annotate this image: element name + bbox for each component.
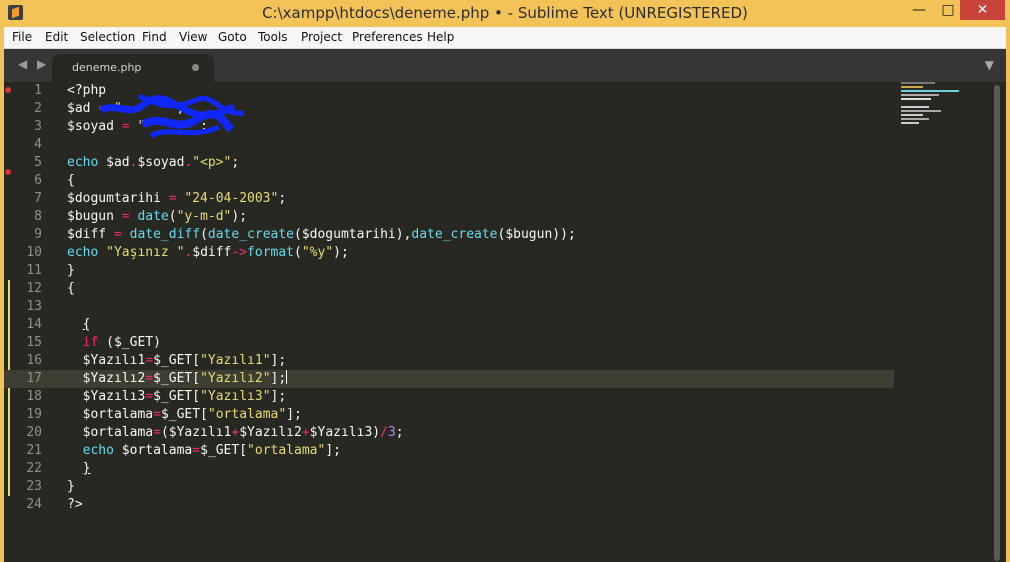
code-line: 14 { (4, 316, 894, 334)
code-line: 10 echo "Yaşınız ".$diff->format("%y"); (4, 244, 894, 262)
code-line: 20 $ortalama=($Yazılı1+$Yazılı2+$Yazılı3… (4, 424, 894, 442)
code-line: 11} (4, 262, 894, 280)
menu-selection[interactable]: Selection (80, 30, 135, 44)
line-content: echo $ad.$soyad."<p>"; (67, 155, 240, 170)
line-number: 17 (26, 371, 42, 386)
code-line: 18 $Yazılı3=$_GET["Yazılı3"]; (4, 388, 894, 406)
window-title: C:\xampp\htdocs\deneme.php • - Sublime T… (262, 4, 748, 22)
close-button[interactable]: ✕ (960, 0, 1005, 20)
code-line: 23} (4, 478, 894, 496)
line-number: 6 (34, 173, 42, 188)
line-content: { (82, 317, 91, 332)
line-content: $soyad = "hidden"; (67, 119, 208, 134)
line-number: 18 (26, 389, 42, 404)
code-line: 6{ (4, 172, 894, 190)
chevron-down-icon[interactable]: ▼ (985, 58, 994, 72)
menu-tools[interactable]: Tools (258, 30, 288, 44)
tab-bar: ◀ ▶ deneme.php ▼ (4, 49, 1006, 82)
line-number: 12 (26, 281, 42, 296)
line-number: 24 (26, 497, 42, 512)
line-number: 7 (34, 191, 42, 206)
menu-goto[interactable]: Goto (218, 30, 247, 44)
line-content: $Yazılı3=$_GET["Yazılı3"]; (82, 389, 287, 404)
menu-project[interactable]: Project (301, 30, 342, 44)
line-number: 1 (34, 83, 42, 98)
code-line: 16 $Yazılı1=$_GET["Yazılı1"]; (4, 352, 894, 370)
line-number: 22 (26, 461, 42, 476)
code-line: 24 ?> (4, 496, 894, 514)
line-number: 5 (34, 155, 42, 170)
line-content: echo $ortalama=$_GET["ortalama"]; (82, 443, 341, 458)
menu-preferences[interactable]: Preferences (352, 30, 423, 44)
line-number: 10 (26, 245, 42, 260)
line-content: echo "Yaşınız ".$diff->format("%y"); (67, 245, 349, 260)
minimize-button[interactable]: — (906, 0, 932, 20)
line-number: 21 (26, 443, 42, 458)
line-number: 19 (26, 407, 42, 422)
line-number: 4 (34, 137, 42, 152)
line-number: 13 (26, 299, 42, 314)
menu-help[interactable]: Help (427, 30, 454, 44)
line-number: 9 (34, 227, 42, 242)
line-content: } (82, 461, 91, 476)
line-content: $ad = "hidden"; (67, 101, 185, 116)
line-content: $Yazılı2=$_GET["Yazılı2"]; (82, 370, 288, 386)
code-line: 19 $ortalama=$_GET["ortalama"]; (4, 406, 894, 424)
code-line: 2 $ad = "hidden"; (4, 100, 894, 118)
line-content: ?> (67, 497, 83, 512)
code-line: 13 (4, 298, 894, 316)
line-content: $diff = date_diff(date_create($dogumtari… (67, 227, 576, 242)
line-content: { (67, 281, 75, 296)
line-content: <?php (67, 83, 107, 98)
tab-label: deneme.php (72, 61, 142, 74)
line-content: $dogumtarihi = "24-04-2003"; (67, 191, 287, 206)
code-line: 21 echo $ortalama=$_GET["ortalama"]; (4, 442, 894, 460)
line-number: 2 (34, 101, 42, 116)
code-line: 5 echo $ad.$soyad."<p>"; (4, 154, 894, 172)
line-content: $ortalama=($Yazılı1+$Yazılı2+$Yazılı3)/3… (82, 425, 404, 440)
line-number: 8 (34, 209, 42, 224)
line-content: $Yazılı1=$_GET["Yazılı1"]; (82, 353, 287, 368)
scroll-thumb[interactable] (994, 85, 1000, 561)
tab-navigation-arrows[interactable]: ◀ ▶ (18, 57, 49, 71)
code-line: 4 (4, 136, 894, 154)
text-cursor (286, 370, 288, 384)
code-line: 1 <?php (4, 82, 894, 100)
minimap[interactable] (895, 82, 987, 562)
vertical-scrollbar[interactable] (993, 82, 1001, 562)
code-line: 7 $dogumtarihi = "24-04-2003"; (4, 190, 894, 208)
line-content: } (67, 479, 75, 494)
code-line: 9 $diff = date_diff(date_create($dogumtar… (4, 226, 894, 244)
menu-find[interactable]: Find (142, 30, 167, 44)
code-line: 12 { (4, 280, 894, 298)
line-content: if ($_GET) (82, 335, 161, 350)
line-number: 3 (34, 119, 42, 134)
line-content: } (67, 263, 75, 278)
line-number: 14 (26, 317, 42, 332)
code-line: 3 $soyad = "hidden"; (4, 118, 894, 136)
title-bar: C:\xampp\htdocs\deneme.php • - Sublime T… (0, 0, 1010, 27)
line-number: 20 (26, 425, 42, 440)
line-content: $ortalama=$_GET["ortalama"]; (82, 407, 302, 422)
maximize-button[interactable]: □ (935, 0, 961, 20)
code-editor[interactable]: 1 <?php 2 $ad = "hidden"; 3 $soyad = "hidde… (4, 82, 1006, 562)
tab-deneme-php[interactable]: deneme.php (52, 54, 214, 82)
line-number: 16 (26, 353, 42, 368)
menu-edit[interactable]: Edit (45, 30, 68, 44)
code-line: 8 $bugun = date("y-m-d"); (4, 208, 894, 226)
dirty-dot-icon[interactable] (192, 64, 199, 71)
editor-window: ◀ ▶ deneme.php ▼ 1 <?php 2 $ad = "hidden";… (4, 49, 1006, 562)
code-line: 22 } (4, 460, 894, 478)
line-number: 11 (26, 263, 42, 278)
menu-view[interactable]: View (179, 30, 207, 44)
line-content: { (67, 173, 75, 188)
current-code-line: 17 $Yazılı2=$_GET["Yazılı2"]; (4, 370, 894, 388)
line-content: $bugun = date("y-m-d"); (67, 209, 248, 224)
line-number: 23 (26, 479, 42, 494)
menu-file[interactable]: File (12, 30, 32, 44)
menu-bar: File Edit Selection Find View Goto Tools… (4, 27, 1006, 49)
code-line: 15 if ($_GET) (4, 334, 894, 352)
line-number: 15 (26, 335, 42, 350)
